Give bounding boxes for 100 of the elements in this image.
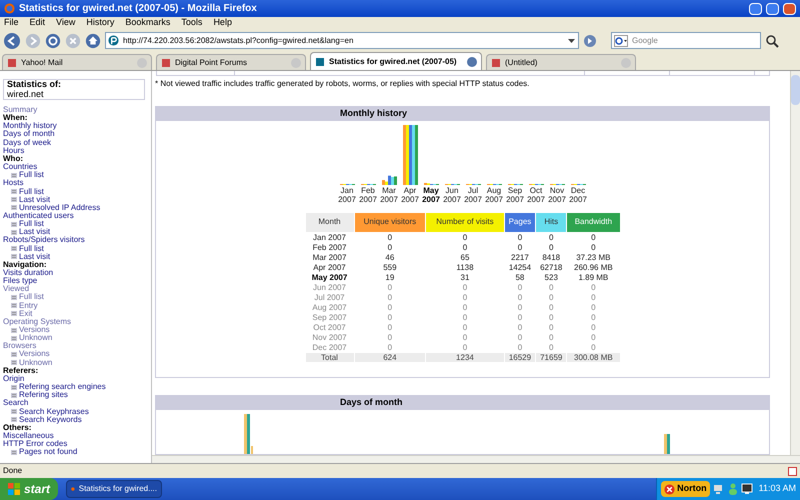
sidebar-link[interactable]: Files type: [3, 277, 151, 286]
sidebar-sublink[interactable]: Full list: [19, 293, 44, 302]
sidebar-sublink[interactable]: Unknown: [19, 334, 52, 342]
sidebar-sublink[interactable]: Full list: [19, 244, 44, 253]
table-cell-text: 0: [590, 232, 597, 242]
sidebar-link[interactable]: Search: [3, 399, 151, 408]
sidebar-link[interactable]: Days of month: [3, 130, 151, 139]
table-cell-text: 19: [384, 272, 396, 282]
sidebar-link[interactable]: Viewed: [3, 285, 151, 294]
back-icon[interactable]: [3, 32, 21, 50]
sidebar-sublink[interactable]: Last visit: [19, 252, 50, 261]
sidebar-link[interactable]: Hours: [3, 146, 151, 155]
home-icon[interactable]: [85, 32, 101, 48]
monitor-icon[interactable]: [740, 483, 753, 495]
table-cell-text: 37.23 MB: [575, 252, 612, 262]
browser-tab[interactable]: (Untitled): [486, 54, 636, 70]
url-text: http://74.220.203.56:2082/awstats.pl?config=gwired.net&lang=en: [123, 34, 354, 46]
menu-item[interactable]: Bookmarks: [125, 16, 170, 30]
table-cell-text: 1.89 MB: [577, 272, 610, 282]
table-cell-text: 0: [462, 302, 468, 312]
menu-item[interactable]: File: [4, 16, 19, 30]
table-cell-text: 559: [382, 262, 398, 272]
table-cell-text: 0: [548, 302, 554, 312]
sidebar-sublink[interactable]: Versions: [19, 326, 50, 334]
taskbar-button[interactable]: Statistics for gwired....: [66, 480, 162, 498]
menu-item[interactable]: Help: [213, 16, 232, 30]
tab-close-button[interactable]: [467, 56, 477, 66]
month-label: Feb: [361, 186, 375, 195]
table-cell-text: Jun 2007: [312, 282, 347, 292]
minimize-button[interactable]: [749, 2, 762, 14]
sidebar-link[interactable]: Operating Systems: [3, 318, 151, 326]
sidebar-sublink[interactable]: Exit: [19, 310, 32, 318]
sidebar-link[interactable]: Miscellaneous: [3, 432, 151, 440]
sidebar-sublink[interactable]: Pages not found: [19, 448, 78, 456]
sidebar-link[interactable]: Origin: [3, 374, 151, 384]
vertical-scrollbar[interactable]: [790, 71, 800, 455]
browser-tab[interactable]: Yahoo! Mail: [2, 54, 152, 70]
table-cell-text: 0: [386, 292, 394, 302]
table-cell-text: 0: [516, 282, 524, 292]
sidebar-sublink[interactable]: Full list: [19, 188, 44, 196]
year-label: 2007: [506, 194, 524, 204]
menu-item[interactable]: View: [56, 16, 76, 30]
close-button[interactable]: [783, 2, 796, 14]
list-icon: [11, 254, 17, 260]
menu-item[interactable]: Edit: [30, 16, 46, 30]
sidebar-sublink[interactable]: Refering search engines: [19, 383, 106, 392]
dropdown-icon[interactable]: [567, 36, 576, 45]
search-engine-icon[interactable]: [614, 34, 628, 46]
search-input[interactable]: Google: [632, 34, 758, 46]
table-cell-text: 523: [544, 272, 559, 282]
sidebar-sublink[interactable]: Last visit: [19, 196, 50, 204]
year-label: 2007: [464, 194, 482, 204]
sidebar-sublink[interactable]: Full list: [19, 220, 44, 228]
month-label: Apr: [404, 186, 416, 195]
sidebar-link[interactable]: Visits duration: [3, 269, 151, 278]
list-icon: [11, 392, 17, 398]
search-field[interactable]: Google: [611, 32, 761, 49]
menu-item[interactable]: Tools: [181, 16, 202, 30]
sidebar-link[interactable]: Browsers: [3, 342, 151, 350]
year-label: 2007: [527, 194, 545, 204]
month-label: Aug: [486, 186, 502, 195]
sidebar-link[interactable]: Days of week: [3, 138, 151, 147]
sidebar-sublink[interactable]: Full list: [19, 171, 44, 180]
sidebar-link[interactable]: Hosts: [3, 179, 151, 188]
table-cell-text: 0: [386, 302, 394, 312]
sidebar-link[interactable]: Countries: [3, 163, 151, 172]
sidebar-sublink[interactable]: Search Keyphrases: [19, 408, 89, 416]
search-icon[interactable]: [765, 34, 779, 48]
sidebar-link[interactable]: Robots/Spiders visitors: [3, 236, 151, 245]
sidebar-link[interactable]: Monthly history: [3, 122, 151, 130]
list-icon: [11, 246, 17, 252]
month-label: Jul: [468, 186, 478, 195]
sidebar-sublink[interactable]: Refering sites: [19, 391, 68, 400]
browser-tab[interactable]: Statistics for gwired.net (2007-05): [310, 52, 482, 70]
table-cell-text: 0: [590, 282, 597, 292]
column-header: Bandwidth: [567, 212, 620, 232]
browser-tab[interactable]: Digital Point Forums: [156, 54, 306, 70]
address-field[interactable]: http://74.220.203.56:2082/awstats.pl?config=gwired.net&lang=en: [105, 32, 579, 49]
list-icon: [11, 205, 17, 210]
sidebar-link[interactable]: Summary: [3, 106, 151, 114]
sidebar-sublink[interactable]: Unknown: [19, 358, 52, 367]
sidebar-link[interactable]: Authenticated users: [3, 212, 151, 220]
sidebar-sublink[interactable]: Unresolved IP Address: [19, 204, 100, 212]
table-cell-text: 0: [516, 232, 524, 242]
sidebar-sublink[interactable]: Entry: [19, 302, 38, 310]
norton-tray-item[interactable]: Norton: [661, 481, 710, 497]
table-cell-text: 0: [516, 312, 524, 322]
scroll-thumb[interactable]: [791, 75, 800, 105]
sidebar-sublink[interactable]: Search Keywords: [19, 416, 82, 424]
go-icon[interactable]: [583, 34, 597, 48]
horizontal-scrollbar[interactable]: [152, 455, 800, 463]
sidebar-sublink[interactable]: Last visit: [19, 228, 50, 236]
sidebar-link[interactable]: HTTP Error codes: [3, 440, 151, 448]
table-cell-text: 0: [462, 282, 468, 292]
site-name: wired.net: [7, 89, 45, 99]
start-button[interactable]: start: [0, 478, 58, 500]
reload-icon[interactable]: [45, 32, 61, 48]
sidebar-sublink[interactable]: Versions: [19, 350, 50, 359]
maximize-button[interactable]: [766, 2, 779, 14]
menu-item[interactable]: History: [86, 16, 114, 30]
